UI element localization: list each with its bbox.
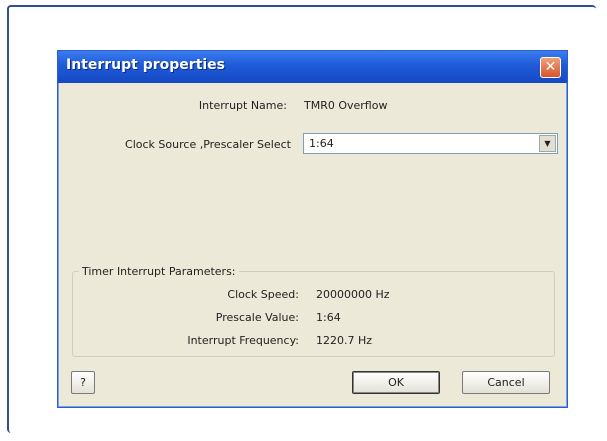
timer-parameters-legend: Timer Interrupt Parameters: [79,265,239,278]
close-button[interactable]: ✕ [540,57,561,78]
clock-speed-label: Clock Speed: [227,288,299,301]
interrupt-properties-dialog: Interrupt properties ✕ Interrupt Name: T… [57,50,568,408]
cancel-button[interactable]: Cancel [462,371,550,394]
title-bar[interactable]: Interrupt properties ✕ [58,51,567,83]
clock-speed-value: 20000000 Hz [316,288,390,301]
clock-source-select[interactable]: 1:64 ▼ [303,133,558,154]
help-button[interactable]: ? [71,371,95,394]
ok-button[interactable]: OK [352,371,440,394]
close-icon: ✕ [544,59,557,75]
interrupt-name-value: TMR0 Overflow [304,99,388,112]
prescale-label: Prescale Value: [215,311,299,324]
prescale-value: 1:64 [316,311,341,324]
interrupt-frequency-value: 1220.7 Hz [316,334,373,347]
clock-source-label: Clock Source ,Prescaler Select [125,138,291,151]
clock-source-selected-value: 1:64 [309,137,334,150]
timer-parameters-group: Timer Interrupt Parameters: Clock Speed:… [72,265,555,357]
chevron-down-icon[interactable]: ▼ [539,135,556,152]
interrupt-frequency-label: Interrupt Frequency: [187,334,299,347]
interrupt-name-label: Interrupt Name: [198,99,287,112]
dialog-title: Interrupt properties [66,57,226,73]
